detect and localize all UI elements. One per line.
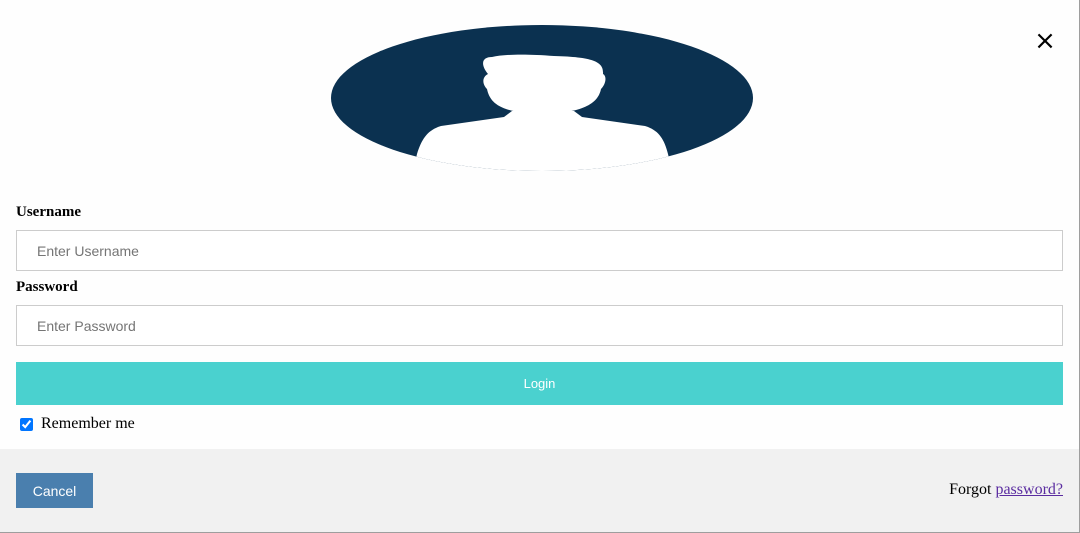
- login-button[interactable]: Login: [16, 362, 1063, 405]
- remember-me[interactable]: Remember me: [20, 414, 135, 434]
- login-modal: × Username Password Login Remember me Ca…: [0, 0, 1080, 533]
- username-input[interactable]: [16, 230, 1063, 271]
- password-label: Password: [16, 279, 78, 295]
- forgot-password-link[interactable]: password?: [995, 481, 1063, 498]
- cancel-button[interactable]: Cancel: [16, 473, 93, 508]
- close-icon[interactable]: ×: [1030, 24, 1060, 58]
- remember-me-label: Remember me: [41, 415, 135, 432]
- username-label: Username: [16, 204, 81, 220]
- forgot-prefix: Forgot: [949, 481, 992, 498]
- remember-me-checkbox[interactable]: [20, 417, 33, 431]
- modal-footer: Cancel Forgot password?: [0, 449, 1079, 532]
- password-input[interactable]: [16, 305, 1063, 346]
- user-avatar-icon: [331, 25, 753, 171]
- forgot-password-text: Forgot password?: [949, 481, 1063, 499]
